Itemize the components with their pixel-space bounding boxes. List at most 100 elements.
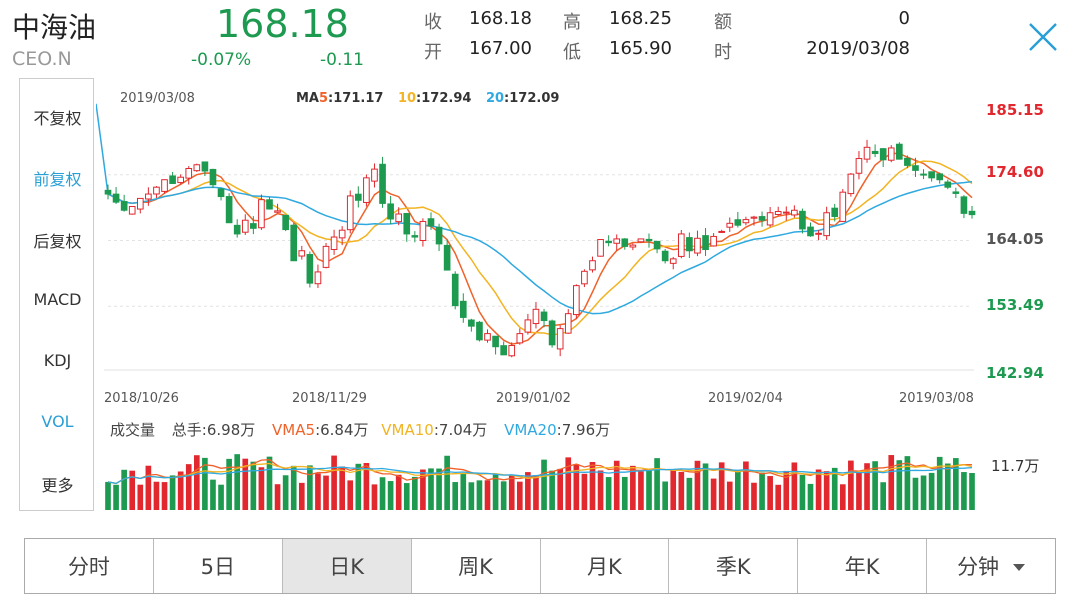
candle [484,329,491,343]
y-label-4: 153.49 [986,296,1044,314]
candle [524,313,532,335]
candle [233,219,241,238]
volume-bar [500,481,507,510]
candle [290,222,298,262]
volume-bar [193,455,200,510]
close-icon[interactable] [1024,18,1062,56]
quote-label-open: 开 [424,42,442,63]
candle [314,264,322,288]
candle [564,309,572,334]
volume-bar [880,482,887,510]
volume-bar [468,482,475,510]
tab-daily-k-label: 日K [329,555,365,579]
volume-bar [121,469,127,510]
candle [548,319,556,348]
candle [104,184,112,200]
candle [968,205,976,219]
candle [669,256,677,270]
candle [161,179,168,194]
candle [346,190,354,234]
candle [387,195,394,225]
volume-bar [161,482,168,510]
volume-bar [412,476,418,510]
candle [354,186,362,208]
volume-bar [735,470,741,510]
change-percent: -0.07% [191,50,252,70]
vma10-label: VMA10 [381,421,434,439]
volume-bar [807,483,814,510]
candle [944,179,952,190]
candle [920,169,927,180]
volume-bar [541,459,547,510]
candle [597,239,604,257]
vol-total-label: 总手: [172,421,207,439]
current-price: 168.18 [216,2,349,46]
volume-bar [105,481,111,510]
quote-value-low: 165.90 [609,38,672,59]
candle [241,214,249,235]
candle [952,187,960,199]
menu-vol[interactable]: VOL [20,412,95,431]
quote-label-amount: 额 [714,12,732,33]
tab-minute-label: 分钟 [957,555,1000,579]
volume-bar [113,484,119,510]
menu-more[interactable]: 更多 [20,472,95,496]
tab-daily-k[interactable]: 日K [282,539,412,593]
volume-bar [944,463,951,510]
candle [807,222,814,237]
candle [710,233,717,247]
chevron-down-icon [1013,564,1026,571]
tab-yearly-k[interactable]: 年K [798,539,928,593]
change-amount: -0.11 [320,50,364,70]
candle [782,206,790,221]
volume-bar [145,465,152,510]
candle [734,211,742,228]
candle [217,188,225,201]
tab-intraday-label: 分时 [67,555,110,579]
tab-monthly-k[interactable]: 月K [541,539,670,593]
candle [225,193,233,224]
y-label-1: 185.15 [986,101,1044,119]
volume-bar [702,463,709,510]
volume-bar [533,475,539,510]
volume-bar [839,484,846,510]
vol-total-value: 6.98万 [207,421,255,439]
volume-bar [169,475,176,510]
volume-bar [936,456,943,510]
menu-backward-adjusted[interactable]: 后复权 [20,228,95,252]
candle [815,230,822,241]
volume-bar [444,455,450,510]
volume-bar [920,475,927,510]
tab-5day[interactable]: 5日 [154,539,283,593]
tab-minute[interactable]: 分钟 [927,539,1055,593]
volume-bar [743,461,749,510]
tab-weekly-k[interactable]: 周K [412,539,541,593]
candle [718,229,726,233]
ma10-value: :172.94 [416,91,471,106]
volume-bar [775,484,782,510]
volume-bar [759,472,765,510]
kline-chart[interactable]: 2019/03/08 MA5:171.17 10:172.94 20:172.0… [96,78,1080,511]
candle [573,284,580,319]
volume-bar [654,458,660,510]
volume-bar [218,484,224,510]
candle [928,171,935,182]
menu-unadjusted[interactable]: 不复权 [20,105,95,129]
candle [637,238,645,243]
volume-bar [452,482,459,510]
stock-code: CEO.N [12,48,72,70]
volume-bar [516,481,523,510]
candle [153,186,160,198]
candle [621,238,629,250]
candle [500,341,507,356]
tab-quarterly-k[interactable]: 季K [669,539,799,593]
menu-kdj[interactable]: KDJ [20,351,95,370]
menu-forward-adjusted[interactable]: 前复权 [20,166,95,190]
volume-bar [379,477,386,510]
tab-intraday[interactable]: 分时 [25,539,154,593]
candle [742,216,750,226]
candle [306,251,314,288]
candle [177,174,184,185]
menu-macd[interactable]: MACD [20,290,95,309]
ma-label: MA [296,91,319,106]
